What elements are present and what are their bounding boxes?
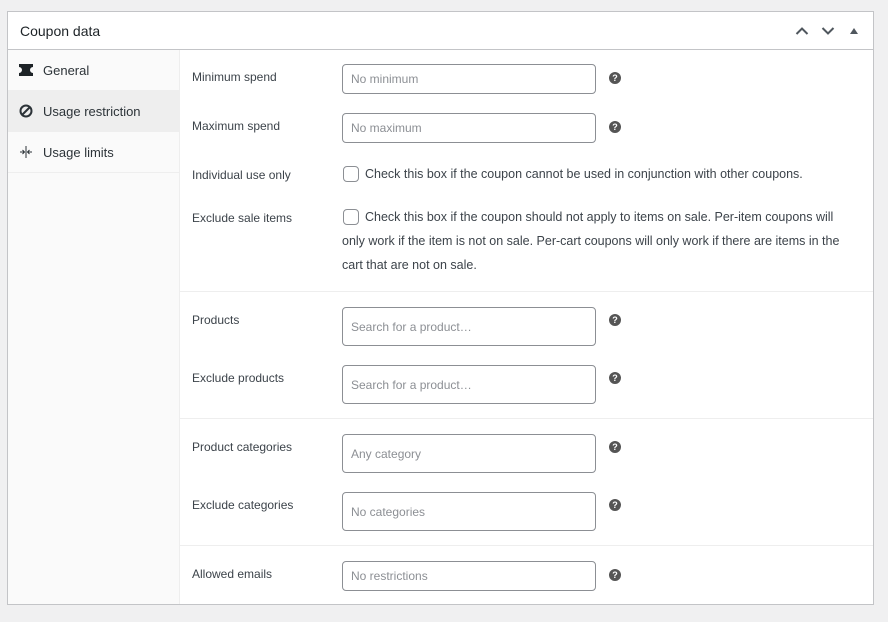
coupon-tabs: General Usage restriction Usage limits [8, 50, 180, 604]
minimum-spend-input[interactable] [342, 64, 596, 94]
blocked-icon [18, 103, 34, 119]
toggle-panel-button[interactable] [841, 18, 867, 44]
maximum-spend-label: Maximum spend [192, 119, 281, 133]
categories-group: Product categories ? Exclude categories … [180, 419, 873, 546]
product-categories-label: Product categories [192, 440, 293, 454]
product-categories-input[interactable] [342, 434, 596, 473]
ticket-icon [18, 62, 34, 78]
products-search-input[interactable] [342, 307, 596, 346]
emails-group: Allowed emails ? [180, 546, 873, 606]
exclude-categories-input[interactable] [342, 492, 596, 531]
move-up-button[interactable] [789, 18, 815, 44]
tab-label: Usage limits [43, 144, 114, 160]
exclude-categories-label: Exclude categories [192, 498, 294, 512]
maximum-spend-input[interactable] [342, 113, 596, 143]
tab-label: General [43, 62, 90, 78]
allowed-emails-label: Allowed emails [192, 567, 273, 581]
individual-use-label: Individual use only [192, 168, 291, 182]
usage-restriction-panel: Minimum spend ? Maximum spend ? Individu… [180, 50, 873, 604]
spend-options-group: Minimum spend ? Maximum spend ? Individu… [180, 50, 873, 292]
panel-header: Coupon data [8, 12, 873, 50]
tab-usage-limits[interactable]: Usage limits [8, 132, 179, 173]
help-icon[interactable]: ? [609, 499, 621, 511]
products-group: Products ? Exclude products ? [180, 292, 873, 419]
individual-use-description: Check this box if the coupon cannot be u… [365, 167, 803, 181]
exclude-sale-items-description: Check this box if the coupon should not … [342, 210, 840, 272]
allowed-emails-input[interactable] [342, 561, 596, 591]
exclude-products-search-input[interactable] [342, 365, 596, 404]
help-icon[interactable]: ? [609, 372, 621, 384]
help-icon[interactable]: ? [609, 569, 621, 581]
help-icon[interactable]: ? [609, 121, 621, 133]
tab-label: Usage restriction [43, 103, 141, 119]
exclude-products-label: Exclude products [192, 371, 285, 385]
coupon-data-panel: Coupon data General Usage restriction Us… [7, 11, 874, 605]
move-up-icon [795, 26, 809, 35]
help-icon[interactable]: ? [609, 72, 621, 84]
products-label: Products [192, 313, 240, 327]
move-down-button[interactable] [815, 18, 841, 44]
tab-general[interactable]: General [8, 50, 179, 91]
help-icon[interactable]: ? [609, 441, 621, 453]
limits-icon [18, 144, 34, 160]
move-down-icon [821, 26, 835, 35]
help-icon[interactable]: ? [609, 314, 621, 326]
panel-actions [789, 12, 867, 49]
exclude-sale-items-label: Exclude sale items [192, 211, 293, 225]
toggle-panel-icon [850, 27, 858, 34]
minimum-spend-label: Minimum spend [192, 70, 277, 84]
tab-usage-restriction[interactable]: Usage restriction [8, 91, 179, 132]
panel-title: Coupon data [20, 22, 101, 39]
panel-body: General Usage restriction Usage limits M… [8, 50, 873, 604]
